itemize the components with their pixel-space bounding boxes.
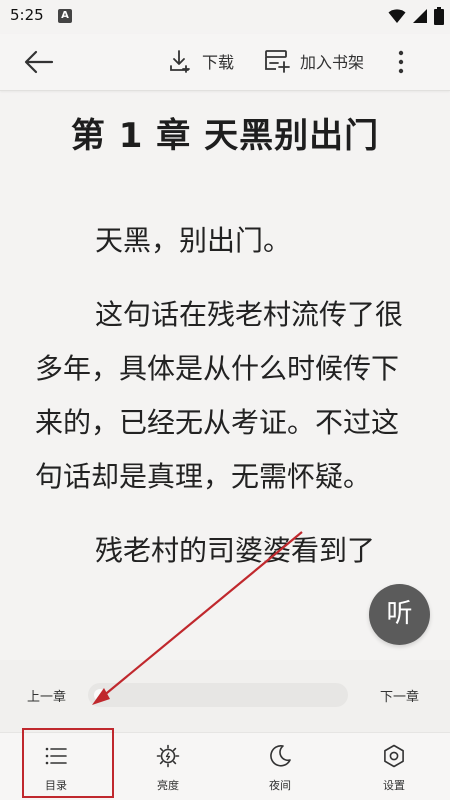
download-label: 下载 <box>202 53 235 72</box>
status-time: 5:25 <box>10 6 44 24</box>
nav-label: 亮度 <box>157 779 179 792</box>
nav-brightness[interactable]: 亮度 <box>112 733 224 800</box>
nav-night-mode[interactable]: 夜间 <box>224 733 336 800</box>
signal-icon <box>413 9 427 23</box>
paragraph: 天黑，别出门。 <box>95 224 292 257</box>
back-button[interactable] <box>22 48 56 76</box>
app-badge-icon: A <box>58 9 72 23</box>
more-menu-button[interactable] <box>396 48 406 76</box>
add-to-shelf-label: 加入书架 <box>300 53 365 72</box>
annotation-highlight-box <box>22 728 114 798</box>
download-icon <box>170 50 190 73</box>
chapter-title: 第 1 章 天黑别出门 <box>70 116 380 156</box>
wifi-icon <box>388 9 406 23</box>
chapter-text: 天黑，别出门。 这句话在残老村流传了很多年，具体是从什么时候传下来的，已经无从考… <box>35 214 420 598</box>
brightness-icon <box>156 744 180 768</box>
more-vert-icon <box>398 50 404 74</box>
paragraph: 这句话在残老村流传了很多年，具体是从什么时候传下来的，已经无从考证。不过这句话却… <box>35 298 404 493</box>
prev-chapter-button[interactable]: 上一章 <box>27 686 66 705</box>
add-to-shelf-button[interactable]: 加入书架 <box>264 46 364 76</box>
slider-thumb[interactable] <box>94 689 106 701</box>
next-chapter-button[interactable]: 下一章 <box>380 686 419 705</box>
moon-icon <box>270 744 291 767</box>
nav-label: 设置 <box>383 779 405 792</box>
nav-settings[interactable]: 设置 <box>338 733 450 800</box>
reader-page: 5:25 A 下载 加入书架 第 1 章 天黑别出门 天黑，别出门。 这句话在残… <box>0 0 450 800</box>
listen-button[interactable]: 听 <box>369 584 430 645</box>
download-button[interactable]: 下载 <box>168 46 234 76</box>
arrow-left-icon <box>24 50 54 74</box>
paragraph: 残老村的司婆婆看到了 <box>95 534 376 567</box>
reader-toolbar: 下载 加入书架 <box>0 34 450 91</box>
battery-icon <box>434 7 444 25</box>
settings-icon <box>384 744 404 768</box>
chapter-progress-slider[interactable] <box>88 683 348 707</box>
status-icons <box>388 6 444 26</box>
nav-label: 夜间 <box>269 779 291 792</box>
status-bar: 5:25 A <box>0 0 450 34</box>
chapter-progress-panel: 上一章 下一章 <box>0 660 450 732</box>
add-to-shelf-icon <box>265 50 290 73</box>
